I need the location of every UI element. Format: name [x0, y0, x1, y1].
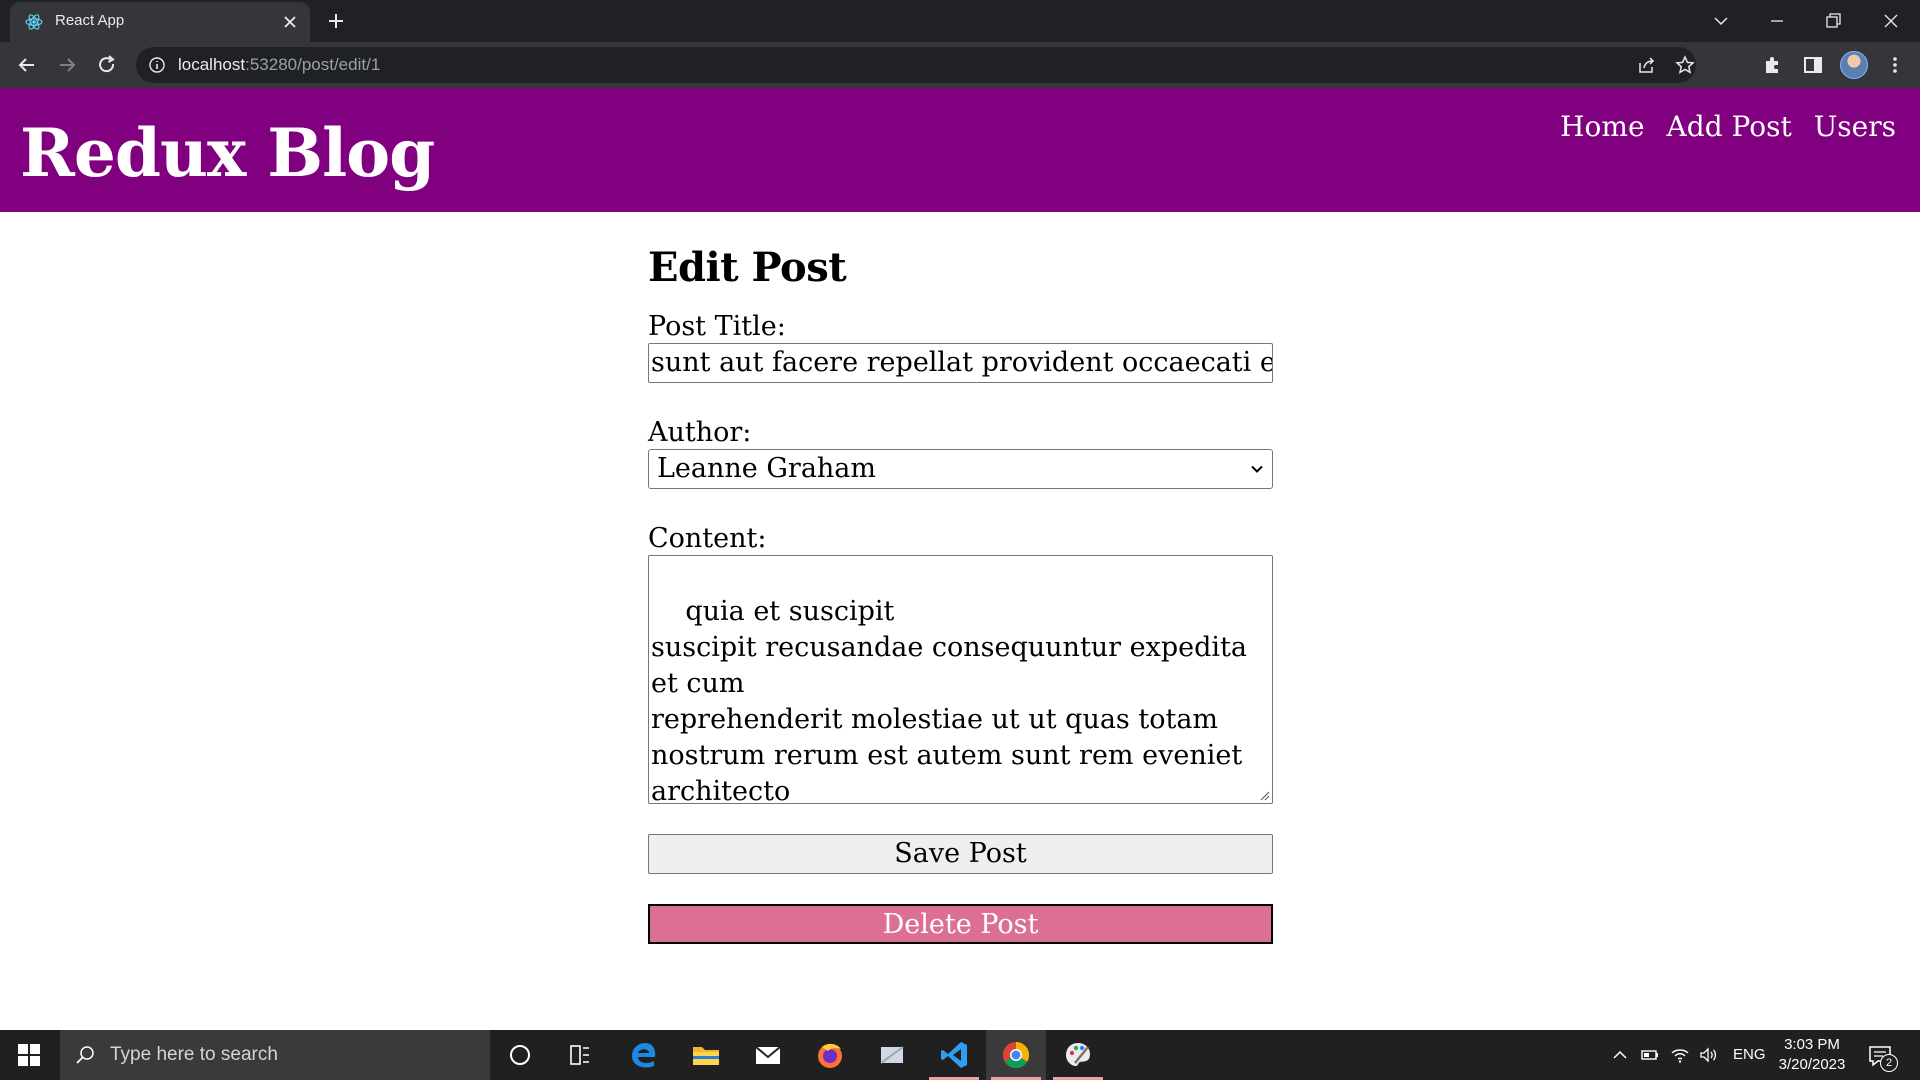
close-window-icon[interactable] [1878, 8, 1904, 34]
url-text: localhost:53280/post/edit/1 [178, 55, 381, 74]
paint-icon[interactable] [1062, 1039, 1094, 1071]
battery-icon[interactable] [1640, 1045, 1660, 1065]
chevron-down-icon [1251, 465, 1263, 473]
windows-taskbar: Type here to search ENG 3:03 PM 3/20/202… [0, 1030, 1920, 1080]
content-text: quia et suscipit suscipit recusandae con… [651, 596, 1248, 807]
author-select[interactable]: Leanne Graham [648, 449, 1273, 489]
nav-users-link[interactable]: Users [1814, 110, 1896, 143]
tab-search-chevron-icon[interactable] [1708, 8, 1734, 34]
nav-home-link[interactable]: Home [1560, 110, 1644, 143]
share-icon[interactable] [1636, 54, 1658, 76]
browser-toolbar: localhost:53280/post/edit/1 [0, 42, 1920, 88]
nav-add-post-link[interactable]: Add Post [1667, 110, 1792, 143]
save-post-button[interactable]: Save Post [648, 834, 1273, 874]
app-title: Redux Blog [20, 114, 435, 192]
profile-avatar[interactable] [1840, 51, 1868, 79]
minimize-icon[interactable] [1764, 8, 1790, 34]
wifi-icon[interactable] [1670, 1045, 1690, 1065]
edge-icon[interactable] [628, 1039, 660, 1071]
clock-time: 3:03 PM [1784, 1036, 1840, 1053]
windows-app-icon[interactable] [876, 1039, 908, 1071]
reload-icon[interactable] [94, 52, 120, 78]
browser-tab[interactable]: React App [10, 2, 310, 42]
side-panel-icon[interactable] [1800, 52, 1826, 78]
content-textarea[interactable]: quia et suscipit suscipit recusandae con… [648, 555, 1273, 807]
site-info-icon[interactable] [148, 56, 166, 74]
firefox-icon[interactable] [814, 1039, 846, 1071]
windows-start-icon[interactable] [18, 1044, 40, 1066]
tray-chevron-up-icon[interactable] [1610, 1045, 1630, 1065]
taskbar-search-placeholder: Type here to search [110, 1044, 278, 1065]
taskbar-search-box[interactable]: Type here to search [60, 1030, 490, 1080]
clock-date: 3/20/2023 [1778, 1056, 1846, 1073]
taskbar-clock[interactable]: 3:03 PM 3/20/2023 [1772, 1035, 1852, 1075]
bookmark-star-icon[interactable] [1674, 54, 1696, 76]
new-tab-icon[interactable] [326, 11, 346, 31]
extensions-icon[interactable] [1760, 52, 1786, 78]
page-title: Edit Post [648, 244, 847, 291]
delete-post-button[interactable]: Delete Post [648, 904, 1273, 944]
main-nav: Home Add Post Users [1560, 110, 1896, 143]
post-title-label: Post Title: [648, 311, 786, 342]
edit-post-form: Edit Post Post Title: sunt aut facere re… [648, 244, 1273, 944]
restore-icon[interactable] [1820, 8, 1846, 34]
vscode-icon[interactable] [938, 1039, 970, 1071]
address-bar[interactable]: localhost:53280/post/edit/1 [136, 47, 1696, 83]
browser-menu-icon[interactable] [1882, 52, 1908, 78]
mail-icon[interactable] [752, 1039, 784, 1071]
search-icon [76, 1046, 94, 1064]
author-label: Author: [648, 417, 752, 448]
back-icon[interactable] [14, 52, 40, 78]
cortana-icon[interactable] [504, 1039, 536, 1071]
browser-tabstrip: React App [0, 0, 1920, 42]
close-tab-icon[interactable] [280, 12, 300, 32]
volume-icon[interactable] [1698, 1045, 1718, 1065]
language-indicator[interactable]: ENG [1733, 1046, 1766, 1063]
forward-icon[interactable] [54, 52, 80, 78]
content-label: Content: [648, 523, 767, 554]
file-explorer-icon[interactable] [690, 1039, 722, 1071]
author-selected-value: Leanne Graham [657, 453, 877, 484]
tab-title: React App [55, 12, 125, 29]
notification-count-badge: 2 [1880, 1054, 1898, 1072]
task-view-icon[interactable] [564, 1039, 596, 1071]
resize-grip-icon[interactable] [1258, 789, 1270, 801]
app-header: Redux Blog Home Add Post Users [0, 88, 1920, 212]
react-icon [25, 14, 43, 30]
post-title-input[interactable]: sunt aut facere repellat provident occae… [648, 343, 1273, 383]
chrome-icon[interactable] [1000, 1039, 1032, 1071]
